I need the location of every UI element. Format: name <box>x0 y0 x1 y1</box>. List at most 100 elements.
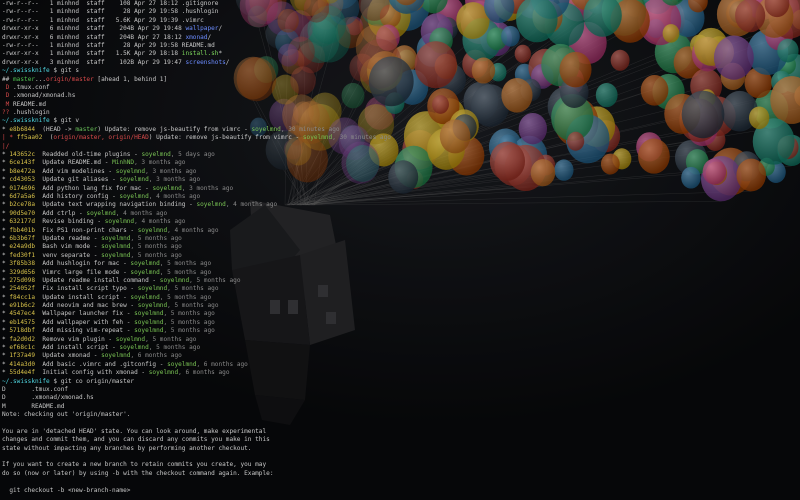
terminal-text: 90d5e70 <box>9 209 36 217</box>
terminal-text: , 4 months ago <box>148 192 201 200</box>
terminal-line: M README.md <box>2 101 562 109</box>
terminal-text: ( <box>42 134 54 142</box>
terminal-text: soyelmnd <box>134 310 164 318</box>
terminal-text: Readded old-time plugins - <box>35 151 142 159</box>
terminal-text: git checkout -b <new-branch-name> <box>2 486 131 494</box>
terminal-text: | * <box>2 134 17 142</box>
terminal-text: Add missing vim-repeat - <box>35 327 135 335</box>
terminal-text: master <box>13 75 36 83</box>
terminal-text: D .xmonad/xmonad.hs <box>2 394 94 402</box>
terminal-text: 6d7a5a6 <box>9 192 36 200</box>
terminal-text: b8e472a <box>9 167 36 175</box>
terminal-text: ) Update: remove js-beautify from vimrc … <box>97 125 252 133</box>
terminal-text: , 5 months ago <box>163 310 215 318</box>
terminal-text: soyelmnd <box>86 209 116 217</box>
terminal-text: e24a9db <box>9 243 36 251</box>
terminal-text: Fix install script typo - <box>35 285 138 293</box>
terminal-text: , 5 months ago <box>159 268 212 276</box>
terminal-text: |/ <box>2 142 10 150</box>
terminal-text: Update readme - <box>35 234 102 242</box>
terminal-text: 4547ec4 <box>9 310 36 318</box>
terminal-text: , 5 months ago <box>163 318 215 326</box>
terminal-text: 143652c <box>9 151 36 159</box>
terminal-line: If you want to create a new branch to re… <box>2 461 562 469</box>
terminal-text: -rw-r--r-- 1 minhnd staff 5.6K Apr 29 19… <box>2 16 182 24</box>
terminal-text: ?? <box>2 109 14 117</box>
terminal-text: e91b6c2 <box>9 302 36 310</box>
terminal-line: * e91b6c2 Add neovim and mac brew - soye… <box>2 302 562 310</box>
terminal-text: $ git v <box>49 117 80 125</box>
terminal-output[interactable]: -rw-r--r-- 1 minhnd staff 108 Apr 27 18:… <box>2 0 562 500</box>
prompt-path: ~/.swissknife <box>2 117 50 125</box>
terminal-line: * 6b3b67f Update readme - soyelmnd, 5 mo… <box>2 235 562 243</box>
terminal-line: * fa2d0d2 Remove vim plugin - soyelmnd, … <box>2 336 562 344</box>
terminal-line: * 6d7a5a6 Add history config - soyelmnd,… <box>2 193 562 201</box>
terminal-text: origin/master, origin/HEAD <box>53 134 149 142</box>
terminal-line: * 1f37a49 Update xmonad - soyelmnd, 6 mo… <box>2 352 562 360</box>
terminal-line: * e24a9db Bash vim mode - soyelmnd, 5 mo… <box>2 243 562 251</box>
terminal-line: |/ <box>2 143 562 151</box>
prompt-path: ~/.swissknife <box>2 67 50 75</box>
terminal-text: do so (now or later) by using -b with th… <box>2 469 274 477</box>
terminal-text: soyelmnd <box>130 260 160 268</box>
terminal-text: , 30 minutes ago <box>332 134 391 142</box>
terminal-line: | * ff5aa02 (origin/master, origin/HEAD)… <box>2 134 562 142</box>
terminal-text: You are in 'detached HEAD' state. You ca… <box>2 427 267 435</box>
terminal-text: -rwxr-xr-x 1 minhnd staff 1.5K Apr 29 18… <box>2 50 182 58</box>
terminal-text: soyelmnd <box>101 243 131 251</box>
terminal-text: , 5 months ago <box>130 243 182 251</box>
terminal-text: 329d656 <box>9 268 36 276</box>
terminal-text: , 3 months ago <box>148 176 201 184</box>
terminal-text: D <box>2 92 14 100</box>
terminal-text: / <box>218 25 223 33</box>
terminal-text: 0174696 <box>9 184 36 192</box>
terminal-line: * 0174696 Add python lang fix for mac - … <box>2 185 562 193</box>
terminal-text: Wallpaper launcher fix - <box>35 310 135 318</box>
terminal-line: You are in 'detached HEAD' state. You ca… <box>2 428 562 436</box>
terminal-text: ## <box>2 75 14 83</box>
terminal-text: Update text wrapping navigation binding … <box>35 201 197 209</box>
terminal-text: eb14575 <box>9 318 36 326</box>
terminal-text: 3f85b38 <box>9 260 36 268</box>
terminal-text: soyelmnd <box>134 318 164 326</box>
terminal-text: origin/master <box>46 75 94 83</box>
terminal-line: ~/.swissknife $ git v <box>2 117 562 125</box>
terminal-text: M <box>2 100 14 108</box>
terminal-line: D .tmux.conf <box>2 386 562 394</box>
terminal-text: .xmonad/xmonad.hs <box>13 92 76 100</box>
terminal-text: fed30f1 <box>9 251 36 259</box>
terminal-text: soyelmnd <box>251 125 281 133</box>
terminal-text: -rw-r--r-- 1 minhnd staff 28 Apr 29 19:5… <box>2 41 182 49</box>
terminal-text: Update xmonad - <box>35 352 102 360</box>
terminal-line: * fbb401b Fix PS1 non-print chars - soye… <box>2 227 562 235</box>
terminal-line: Note: checking out 'origin/master'. <box>2 411 562 419</box>
terminal-line: * ef68c1c Add install script - soyelmnd,… <box>2 344 562 352</box>
terminal-text: , 5 months ago <box>167 302 219 310</box>
terminal-text: .hushlogin <box>13 109 50 117</box>
terminal-text: 275d098 <box>9 276 36 284</box>
terminal-text: Add python lang fix for mac - <box>35 184 153 192</box>
terminal-text: ff5aa02 <box>16 134 43 142</box>
terminal-text: changes and commit them, and you can dis… <box>2 436 270 444</box>
terminal-text: soyelmnd <box>137 302 168 310</box>
terminal-line: * e8b6844 (HEAD -> master) Update: remov… <box>2 126 562 134</box>
terminal-text: ef68c1c <box>9 344 36 352</box>
terminal-line: -rw-r--r-- 1 minhnd staff 28 Apr 29 19:5… <box>2 8 562 16</box>
terminal-line: ~/.swissknife $ git s <box>2 67 562 75</box>
terminal-text: , 3 months ago <box>181 184 234 192</box>
terminal-text: soyelmnd <box>137 226 168 234</box>
terminal-line: * 55d4e4f Initial config with xmonad - s… <box>2 369 562 377</box>
terminal-text: (HEAD -> <box>35 125 76 133</box>
terminal-text: soyelmnd <box>134 327 164 335</box>
terminal-text: Update git aliases - <box>35 176 120 184</box>
terminal-text: soyelmnd <box>159 276 190 284</box>
terminal-text: Fix PS1 non-print chars - <box>35 226 138 234</box>
terminal-line: -rwxr-xr-x 1 minhnd staff 1.5K Apr 29 18… <box>2 50 562 58</box>
terminal-text: soyelmnd <box>101 251 131 259</box>
terminal-text: If you want to create a new branch to re… <box>2 461 267 469</box>
terminal-text: D <box>2 83 14 91</box>
terminal-text: install.sh <box>181 50 219 58</box>
terminal-line: * 4547ec4 Wallpaper launcher fix - soyel… <box>2 310 562 318</box>
terminal-line: drwxr-xr-x 6 minhnd staff 204B Apr 29 19… <box>2 25 562 33</box>
